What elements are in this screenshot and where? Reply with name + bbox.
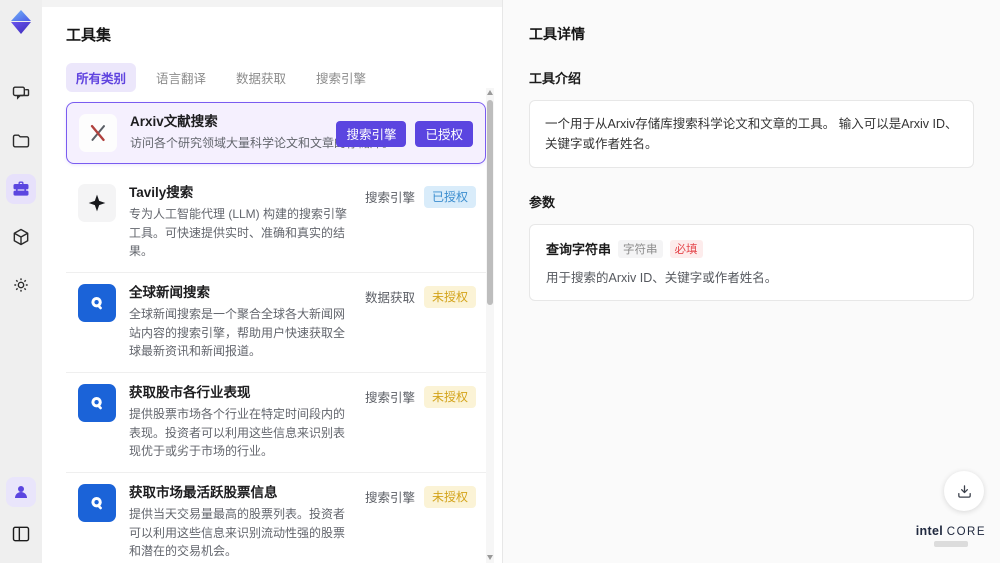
list-scrollbar[interactable] xyxy=(486,88,494,563)
tool-name: 获取股市各行业表现 xyxy=(129,384,251,400)
tool-auth-badge: 已授权 xyxy=(415,120,473,147)
scrollbar-thumb[interactable] xyxy=(487,100,493,305)
tool-category-tag: 搜索引擎 xyxy=(364,191,415,206)
tool-card-1[interactable]: Tavily搜索专为人工智能代理 (LLM) 构建的搜索引擎工具。可快速提供实时… xyxy=(66,172,486,273)
parameter-card: 查询字符串 字符串 必填 用于搜索的Arxiv ID、关键字或作者姓名。 xyxy=(529,224,974,301)
user-profile-icon[interactable] xyxy=(6,477,36,507)
active-stock-icon xyxy=(78,483,116,522)
tool-name: 全球新闻搜索 xyxy=(129,284,210,300)
tool-auth-badge: 未授权 xyxy=(423,285,476,308)
top-strip xyxy=(42,0,502,7)
brand-word-core: CORE xyxy=(946,526,986,538)
tool-category-tag: 数据获取 xyxy=(364,291,415,306)
brand-word-intel: intel xyxy=(915,524,943,538)
tool-card-4[interactable]: 获取市场最活跃股票信息提供当天交易量最高的股票列表。投资者可以利用这些信息来识别… xyxy=(66,472,486,563)
app-logo-icon[interactable] xyxy=(7,8,35,36)
tool-description: 专为人工智能代理 (LLM) 构建的搜索引擎工具。可快速提供实时、准确和真实的结… xyxy=(129,207,348,259)
tab-1[interactable]: 语言翻译 xyxy=(146,63,216,92)
tool-card-0[interactable]: Arxiv文献搜索访问各个研究领域大量科学论文和文章的存储库。 搜索引擎 已授权 xyxy=(66,102,486,164)
parameter-required-chip: 必填 xyxy=(669,239,703,258)
tool-name: Arxiv文献搜索 xyxy=(130,114,218,129)
tool-card-2[interactable]: 全球新闻搜索全球新闻搜索是一个聚合全球各大新闻网站内容的搜索引擎，帮助用户快速获… xyxy=(66,272,486,373)
tool-category-tag: 搜索引擎 xyxy=(364,391,415,406)
category-tabs: 所有类别 语言翻译 数据获取 搜索引擎 xyxy=(66,63,502,92)
collapse-panel-icon[interactable] xyxy=(6,519,36,549)
tab-3[interactable]: 搜索引擎 xyxy=(306,63,376,92)
tool-description: 访问各个研究领域大量科学论文和文章的存储库。 xyxy=(130,136,395,151)
folder-icon[interactable] xyxy=(6,126,36,156)
tavily-icon xyxy=(78,183,116,222)
tool-card-3[interactable]: 获取股市各行业表现提供股票市场各个行业在特定时间段内的表现。投资者可以利用这些信… xyxy=(66,372,486,473)
scrollbar-down-arrow-icon[interactable] xyxy=(487,555,493,560)
stock-sector-icon xyxy=(78,383,116,422)
intel-core-logo: intel CORE xyxy=(916,524,986,547)
tool-category-tag: 搜索引擎 xyxy=(336,120,407,147)
scrollbar-up-arrow-icon[interactable] xyxy=(487,90,493,95)
chat-icon[interactable] xyxy=(6,78,36,108)
cube-icon[interactable] xyxy=(6,222,36,252)
parameter-type-chip: 字符串 xyxy=(618,239,663,258)
tool-auth-badge: 未授权 xyxy=(423,385,476,408)
tool-list: Arxiv文献搜索 访问各个研究领域大量科学论文和文章的存储库。 搜索引擎 已授权 Ta… xyxy=(66,102,486,563)
tool-auth-badge: 未授权 xyxy=(423,485,476,508)
params-section-title: 参数 xyxy=(529,195,556,210)
detail-title: 工具详情 xyxy=(529,26,585,42)
tool-auth-badge: 已授权 xyxy=(423,185,476,208)
tool-intro-text: 一个用于从Arxiv存储库搜索科学论文和文章的工具。 输入可以是Arxiv ID… xyxy=(529,100,974,168)
page-title: 工具集 xyxy=(66,27,112,44)
tool-description: 提供当天交易量最高的股票列表。投资者可以利用这些信息来识别流动性强的股票和潜在的… xyxy=(129,507,346,559)
tool-list-panel: 工具集 所有类别 语言翻译 数据获取 搜索引擎 Arxiv文献搜索 访问各个研究领域大量… xyxy=(42,0,503,563)
tool-name: 获取市场最活跃股票信息 xyxy=(129,484,278,500)
intro-section-title: 工具介绍 xyxy=(529,71,582,86)
icon-rail xyxy=(0,0,42,563)
tab-0[interactable]: 所有类别 xyxy=(66,63,137,92)
settings-gear-icon[interactable] xyxy=(6,270,36,300)
toolbox-icon[interactable] xyxy=(6,174,36,204)
global-news-icon xyxy=(78,283,116,322)
tool-description: 全球新闻搜索是一个聚合全球各大新闻网站内容的搜索引擎，帮助用户快速获取全球最新资… xyxy=(129,307,346,359)
tool-description: 提供股票市场各个行业在特定时间段内的表现。投资者可以利用这些信息来识别表现优于或… xyxy=(129,407,346,459)
tool-detail-panel: 工具详情 工具介绍 一个用于从Arxiv存储库搜索科学论文和文章的工具。 输入可… xyxy=(503,0,1000,563)
tab-2[interactable]: 数据获取 xyxy=(226,63,296,92)
app-window: 工具集 所有类别 语言翻译 数据获取 搜索引擎 Arxiv文献搜索 访问各个研究领域大量… xyxy=(0,0,1000,563)
tool-category-tag: 搜索引擎 xyxy=(364,491,415,506)
brand-badge xyxy=(933,541,968,547)
parameter-name: 查询字符串 xyxy=(546,242,612,257)
download-button[interactable] xyxy=(944,471,984,511)
parameter-description: 用于搜索的Arxiv ID、关键字或作者姓名。 xyxy=(546,271,778,285)
arxiv-icon xyxy=(79,113,117,152)
tool-name: Tavily搜索 xyxy=(129,184,194,200)
